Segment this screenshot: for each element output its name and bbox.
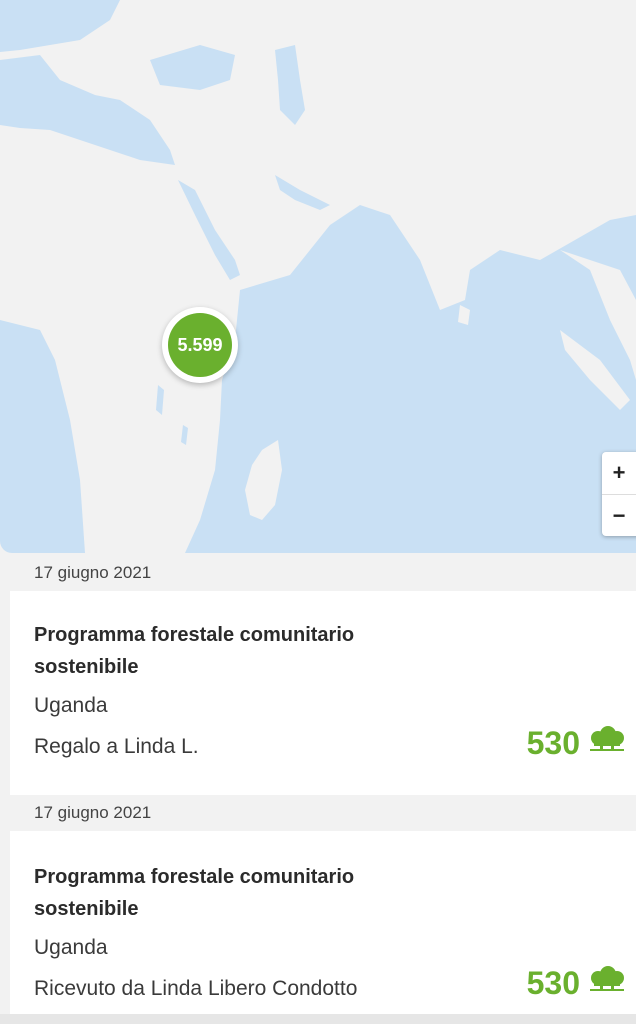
amount-value: 530	[526, 965, 580, 1001]
trees-icon	[590, 726, 624, 751]
entry-amount: 530	[527, 965, 626, 1002]
zoom-control: + −	[602, 452, 636, 536]
trees-icon	[590, 966, 624, 991]
entry-country: Uganda	[34, 694, 108, 717]
zoom-in-button[interactable]: +	[602, 452, 636, 494]
cluster-count: 5.599	[168, 313, 232, 377]
entry-detail: Regalo a Linda L.	[34, 735, 199, 758]
map-cluster-marker[interactable]: 5.599	[162, 307, 238, 383]
entry-title: Programma forestale comunitario sostenib…	[34, 624, 355, 678]
world-map	[0, 0, 636, 553]
entry-title: Programma forestale comunitario sostenib…	[34, 866, 355, 920]
entry-detail: Ricevuto da Linda Libero Condotto	[34, 977, 358, 1000]
amount-value: 530	[526, 725, 580, 761]
map[interactable]: 5.599 + −	[0, 0, 636, 553]
entry-country: Uganda	[34, 936, 108, 959]
list-item[interactable]: Programma forestale comunitario sostenib…	[10, 591, 636, 795]
list-item[interactable]: Programma forestale comunitario sostenib…	[10, 831, 636, 1014]
entry-date: 17 giugno 2021	[10, 555, 636, 591]
divider	[0, 1014, 636, 1024]
entry-amount: 530	[527, 725, 626, 762]
zoom-out-button[interactable]: −	[602, 494, 636, 537]
entry-date: 17 giugno 2021	[10, 795, 636, 831]
